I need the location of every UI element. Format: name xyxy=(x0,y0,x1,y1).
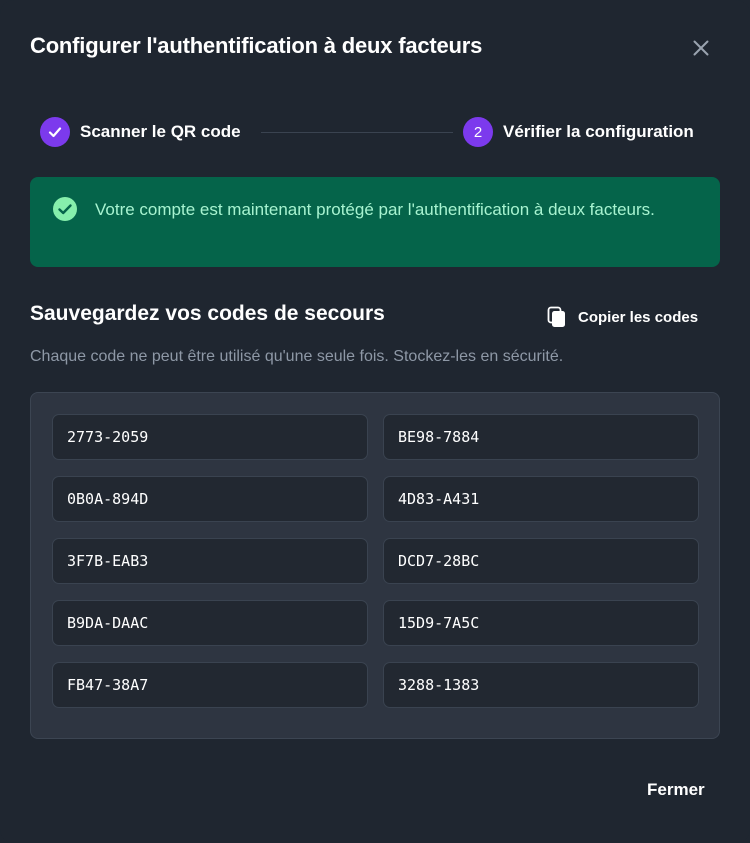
backup-code[interactable]: B9DA-DAAC xyxy=(52,600,368,646)
backup-code[interactable]: 3288-1383 xyxy=(383,662,699,708)
check-circle-icon xyxy=(53,197,77,221)
backup-code[interactable]: 3F7B-EAB3 xyxy=(52,538,368,584)
backup-code[interactable]: DCD7-28BC xyxy=(383,538,699,584)
backup-code[interactable]: 0B0A-894D xyxy=(52,476,368,522)
backup-codes-title: Sauvegardez vos codes de secours xyxy=(30,302,385,325)
dialog-title: Configurer l'authentification à deux fac… xyxy=(30,33,483,58)
close-button[interactable] xyxy=(688,35,714,61)
backup-code[interactable]: 2773-2059 xyxy=(52,414,368,460)
backup-code[interactable]: FB47-38A7 xyxy=(52,662,368,708)
step-connector xyxy=(261,132,453,133)
close-dialog-button[interactable]: Fermer xyxy=(647,780,705,800)
two-factor-dialog: Configurer l'authentification à deux fac… xyxy=(0,0,750,843)
backup-code[interactable]: BE98-7884 xyxy=(383,414,699,460)
backup-code[interactable]: 15D9-7A5C xyxy=(383,600,699,646)
step-label: Vérifier la configuration xyxy=(503,122,694,141)
success-alert: Votre compte est maintenant protégé par … xyxy=(30,177,720,267)
close-icon xyxy=(693,40,709,56)
backup-code[interactable]: 4D83-A431 xyxy=(383,476,699,522)
step-completed-indicator xyxy=(40,117,70,147)
backup-codes-description: Chaque code ne peut être utilisé qu'une … xyxy=(30,348,564,365)
step-scan-qr: Scanner le QR code xyxy=(40,117,241,147)
backup-codes-panel: 2773-2059 BE98-7884 0B0A-894D 4D83-A431 … xyxy=(30,392,720,739)
alert-message: Votre compte est maintenant protégé par … xyxy=(95,200,655,219)
step-label: Scanner le QR code xyxy=(80,122,241,141)
step-verify-config: 2 Vérifier la configuration xyxy=(463,117,694,147)
copy-codes-label: Copier les codes xyxy=(578,308,699,326)
stepper: Scanner le QR code 2 Vérifier la configu… xyxy=(40,117,720,147)
copy-icon xyxy=(547,306,565,327)
copy-codes-button[interactable]: Copier les codes xyxy=(545,305,698,329)
step-number: 2 xyxy=(463,117,493,147)
check-icon xyxy=(48,127,62,138)
